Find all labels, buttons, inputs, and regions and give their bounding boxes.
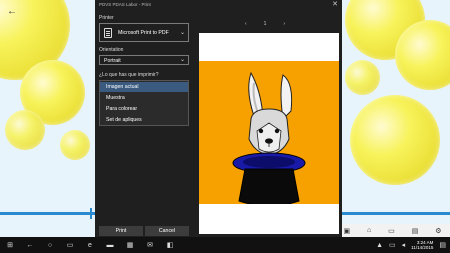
toolbar-icon[interactable]: ▭ (388, 227, 395, 235)
slider-thumb[interactable] (90, 208, 92, 219)
orientation-label: Orientation (99, 47, 124, 53)
rabbit-in-hat-image (199, 61, 339, 204)
taskbar: ⊞ ← ○ ▭ e ▬ ▦ ✉ ◧ ▲ ▭ ◂ 3:24 AM 11/14/20… (0, 237, 450, 253)
printer-label: Printer (99, 15, 114, 21)
bubble-decoration (345, 60, 380, 95)
bubble-decoration (350, 95, 440, 185)
previous-page-button[interactable]: ‹ (245, 21, 247, 27)
print-button[interactable]: Print (99, 226, 143, 236)
preview-pager: ‹ 1 › (245, 21, 285, 27)
bubble-decoration (60, 130, 90, 160)
chevron-down-icon: ⌄ (179, 30, 185, 36)
printer-select[interactable]: Microsoft Print to PDF ⌄ (99, 23, 189, 42)
app-toolbar: ▣ ⌂ ▭ ▤ ⚙ (335, 224, 450, 237)
search-icon[interactable]: ○ (40, 242, 60, 249)
toolbar-icon[interactable]: ▤ (412, 227, 419, 235)
printer-icon (104, 27, 112, 38)
battery-icon[interactable]: ▭ (389, 241, 396, 249)
toolbar-icon[interactable]: ⚙ (435, 227, 441, 235)
dialog-title: PDVS PDAS Labor - Print (99, 2, 151, 7)
chevron-down-icon: ⌄ (179, 57, 185, 63)
dropdown-option[interactable]: Imagen actual (100, 82, 188, 92)
notifications-icon[interactable]: ▤ (439, 241, 446, 249)
folder-icon[interactable]: ▬ (100, 242, 120, 249)
system-tray: ▲ ▭ ◂ 3:24 AM 11/14/2015 ▤ (376, 237, 446, 253)
close-button[interactable]: ✕ (328, 0, 342, 9)
store-icon[interactable]: ▦ (120, 241, 140, 249)
print-dialog: PDVS PDAS Labor - Print ✕ Printer Micros… (95, 0, 342, 237)
date-text: 11/14/2015 (411, 245, 434, 250)
toolbar-icon[interactable]: ⌂ (367, 227, 371, 234)
edge-icon[interactable]: e (80, 242, 100, 249)
print-content-dropdown[interactable]: Imagen actual Muestra Para colorear Set … (99, 80, 189, 126)
task-view-icon[interactable]: ▭ (60, 241, 80, 249)
next-page-button[interactable]: › (283, 21, 285, 27)
dropdown-option[interactable]: Set de apliques (100, 115, 188, 125)
bubble-decoration (395, 20, 450, 90)
back-arrow-icon[interactable]: ← (20, 242, 40, 249)
dropdown-option[interactable]: Para colorear (100, 104, 188, 114)
toolbar-icon[interactable]: ▣ (343, 227, 350, 235)
windows-logo-icon[interactable]: ⊞ (0, 241, 20, 249)
mail-icon[interactable]: ✉ (140, 241, 160, 249)
printer-value: Microsoft Print to PDF (118, 29, 169, 36)
clock[interactable]: 3:24 AM 11/14/2015 (411, 240, 433, 250)
orientation-select[interactable]: Portrait ⌄ (99, 55, 189, 65)
dropdown-option[interactable]: Muestra (100, 93, 188, 103)
bubble-decoration (5, 110, 45, 150)
print-preview-page (199, 33, 339, 234)
rabbit-illustration (232, 71, 306, 204)
network-icon[interactable]: ▲ (376, 242, 383, 249)
volume-icon[interactable]: ◂ (402, 241, 406, 249)
orientation-value: Portrait (104, 58, 121, 64)
cancel-button[interactable]: Cancel (145, 226, 189, 236)
app-icon[interactable]: ◧ (160, 241, 180, 249)
back-arrow-icon[interactable]: ← (7, 6, 17, 17)
page-number: 1 (263, 21, 267, 27)
print-content-label: ¿Lo que has que imprimir? (99, 72, 159, 78)
